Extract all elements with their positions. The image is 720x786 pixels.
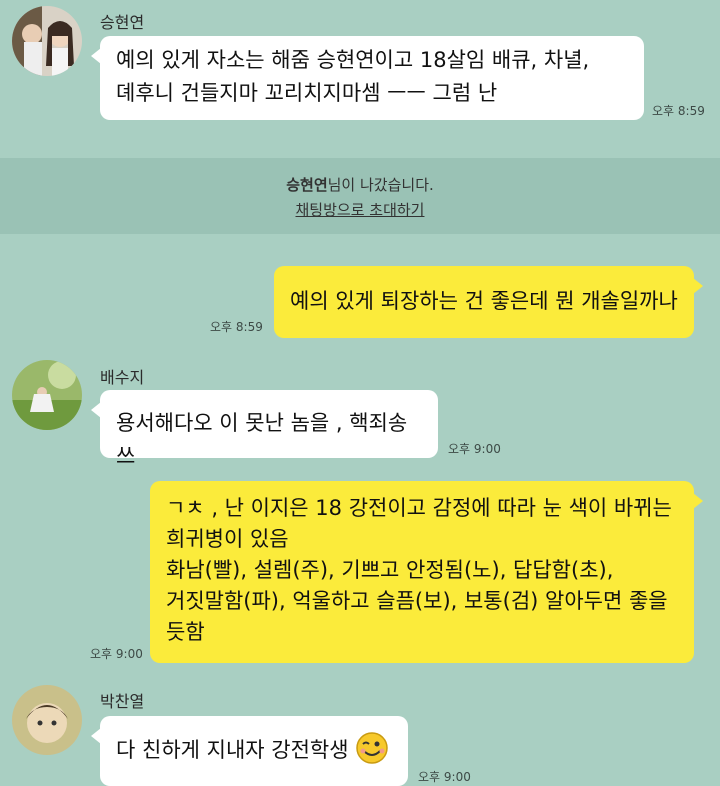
message-line: 뎨후니 건들지마 꼬리치지마셈 ㅡㅡ 그럼 난 — [116, 81, 498, 105]
profile-photo-icon — [12, 6, 82, 76]
message-line: 희귀병이 있음 — [166, 527, 289, 551]
message-line: 용서해다오 이 못난 놈을 , 핵죄송쓰 — [116, 411, 408, 468]
message-time: 오후 9:00 — [90, 647, 143, 661]
message-line: 예의 있게 자소는 해줌 승현연이고 18살임 배큐, 차녈, — [116, 48, 590, 72]
message-line: 거짓말함(파), 억울하고 슬픔(보), 보통(검) 알아두면 좋을 — [166, 589, 668, 613]
profile-photo-icon — [12, 685, 82, 755]
message-time: 오후 8:59 — [652, 104, 705, 118]
message-time: 오후 9:00 — [448, 442, 501, 456]
message-time: 오후 8:59 — [210, 320, 263, 334]
invite-link[interactable]: 채팅방으로 초대하기 — [0, 199, 720, 220]
sender-name: 승현연 — [100, 13, 145, 32]
my-message-bubble[interactable]: 예의 있게 퇴장하는 건 좋은데 뭔 개솔일까나 — [274, 266, 703, 338]
message-line: 화남(빨), 설렘(주), 기쁘고 안정됨(노), 답답함(초), — [166, 558, 614, 582]
message-time: 오후 9:00 — [418, 770, 471, 784]
sender-name: 박찬열 — [100, 692, 145, 711]
message-line: 예의 있게 퇴장하는 건 좋은데 뭔 개솔일까나 — [290, 289, 678, 313]
profile-photo-icon — [12, 360, 82, 430]
avatar[interactable] — [12, 360, 82, 430]
my-message-bubble[interactable]: ㄱㅊ , 난 이지은 18 강전이고 감정에 따라 눈 색이 바뀌는 희귀병이 … — [150, 481, 703, 663]
avatar[interactable] — [12, 6, 82, 76]
left-notice-text: 님이 나갔습니다. — [327, 176, 434, 194]
system-notice: 승현연님이 나갔습니다. 채팅방으로 초대하기 — [0, 158, 720, 234]
left-user-name: 승현연 — [286, 176, 328, 194]
message-bubble[interactable]: 용서해다오 이 못난 놈을 , 핵죄송쓰 — [91, 390, 438, 468]
avatar[interactable] — [12, 685, 82, 755]
message-bubble[interactable]: 다 친하게 지내자 강전학생 — [91, 716, 408, 786]
wink-emoji-icon — [355, 731, 389, 765]
message-line: 듯함 — [166, 620, 205, 644]
sender-name: 배수지 — [100, 368, 145, 387]
message-bubble[interactable]: 예의 있게 자소는 해줌 승현연이고 18살임 배큐, 차녈, 뎨후니 건들지마… — [91, 36, 644, 120]
message-line: ㄱㅊ , 난 이지은 18 강전이고 감정에 따라 눈 색이 바뀌는 — [166, 496, 672, 520]
message-line: 다 친하게 지내자 강전학생 — [116, 738, 349, 762]
